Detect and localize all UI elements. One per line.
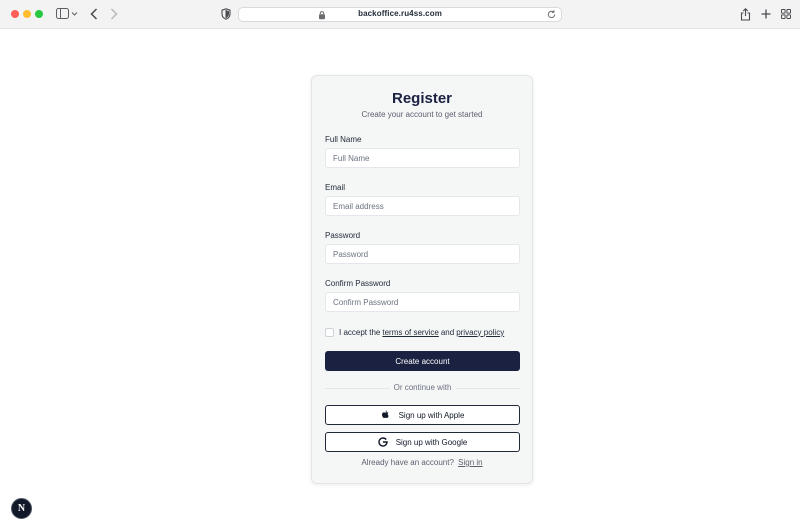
- sidebar-icon[interactable]: [54, 6, 80, 22]
- reload-icon[interactable]: [546, 9, 557, 20]
- apple-signup-button[interactable]: Sign up with Apple: [325, 405, 520, 425]
- share-icon[interactable]: [738, 6, 752, 22]
- zoom-window-button[interactable]: [35, 10, 43, 18]
- page-title: Register: [391, 90, 453, 107]
- terms-of-service-link[interactable]: terms of service: [382, 328, 438, 337]
- password-input[interactable]: [325, 244, 520, 264]
- minimize-window-button[interactable]: [23, 10, 31, 18]
- nextjs-badge-button[interactable]: N: [11, 498, 32, 519]
- google-signup-label: Sign up with Google: [395, 437, 468, 447]
- apple-icon: [381, 410, 391, 420]
- sign-in-link[interactable]: Sign in: [458, 458, 482, 467]
- chevron-left-icon[interactable]: [87, 6, 101, 22]
- password-label: Password: [325, 231, 361, 240]
- full-name-label: Full Name: [325, 135, 362, 144]
- privacy-policy-link[interactable]: privacy policy: [456, 328, 504, 337]
- full-name-input[interactable]: [325, 148, 520, 168]
- google-signup-button[interactable]: Sign up with Google: [325, 432, 520, 452]
- apple-signup-label: Sign up with Apple: [398, 410, 465, 420]
- chevron-right-icon[interactable]: [107, 6, 121, 22]
- terms-and: and: [440, 327, 455, 337]
- confirm-password-label: Confirm Password: [325, 279, 391, 288]
- terms-checkbox[interactable]: [325, 327, 334, 337]
- shield-icon[interactable]: [219, 6, 233, 22]
- signin-prompt: Already have an account?: [361, 458, 454, 467]
- browser-toolbar: backoffice.ru4ss.com: [0, 0, 800, 29]
- plus-icon[interactable]: [759, 6, 773, 22]
- page-subtitle: Create your account to get started: [361, 110, 483, 119]
- close-window-button[interactable]: [11, 10, 19, 18]
- google-icon: [378, 437, 388, 447]
- badge-letter: N: [17, 503, 26, 514]
- signin-row: Already have an account? Sign in: [312, 458, 532, 467]
- email-input[interactable]: [325, 196, 520, 216]
- email-label: Email: [325, 183, 346, 192]
- social-divider: Or continue with: [325, 383, 520, 393]
- divider-text: Or continue with: [388, 383, 457, 392]
- register-card: Register Create your account to get star…: [311, 75, 533, 484]
- terms-prefix: I accept the: [339, 327, 381, 337]
- address-bar[interactable]: backoffice.ru4ss.com: [238, 7, 562, 22]
- url-text: backoffice.ru4ss.com: [358, 9, 442, 18]
- confirm-password-input[interactable]: [325, 292, 520, 312]
- grid-icon[interactable]: [779, 6, 793, 22]
- create-account-button[interactable]: Create account: [325, 351, 520, 371]
- terms-row: I accept the terms of service and privac…: [325, 326, 506, 338]
